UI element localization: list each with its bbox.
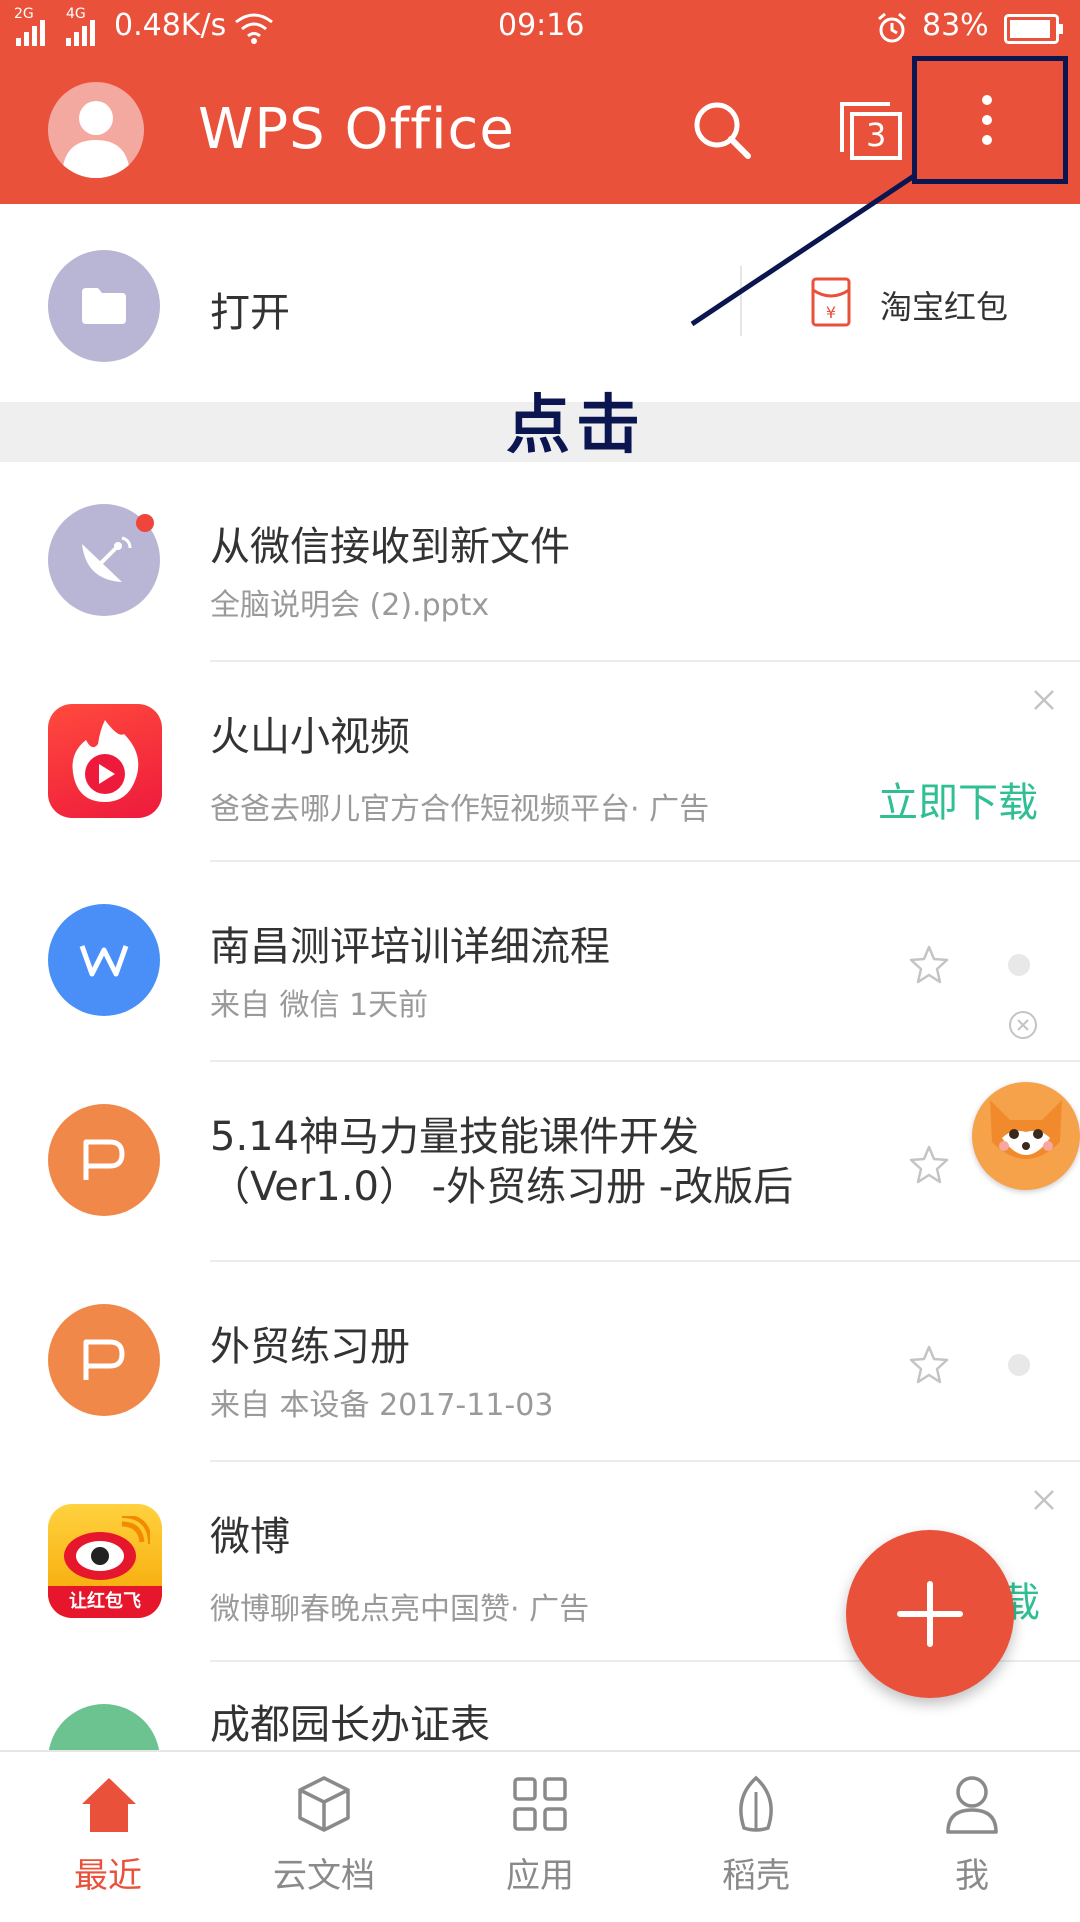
- star-icon[interactable]: [908, 1144, 950, 1184]
- flame-play-icon: [72, 720, 139, 802]
- p-letter-icon: [83, 1339, 125, 1380]
- nav-me[interactable]: 我: [864, 1752, 1080, 1922]
- plus-icon: [897, 1581, 963, 1647]
- annotation-text: 点击: [506, 389, 646, 463]
- wps-presentation-icon: [48, 1104, 160, 1216]
- weibo-badge: 让红包飞: [48, 1586, 162, 1618]
- weibo-app-icon: 让红包飞: [48, 1504, 162, 1618]
- file-title: 外贸练习册: [210, 1324, 410, 1370]
- file-title: 成都园长办证表: [210, 1702, 490, 1748]
- fox-mascot-icon[interactable]: [972, 1082, 1080, 1190]
- new-document-button[interactable]: [846, 1530, 1014, 1698]
- wps-presentation-icon: [48, 1304, 160, 1416]
- more-dot-icon[interactable]: [1008, 1354, 1030, 1376]
- satellite-dish-icon: [82, 536, 132, 582]
- file-title: 从微信接收到新文件: [210, 524, 570, 570]
- file-subtitle: 来自 微信 1天前: [210, 988, 429, 1023]
- huoshan-app-icon: [48, 704, 162, 818]
- more-dot-icon[interactable]: [1008, 954, 1030, 976]
- nav-docer[interactable]: 稻壳: [648, 1752, 864, 1922]
- home-icon: [82, 1778, 136, 1832]
- list-item[interactable]: 从微信接收到新文件 全脑说明会 (2).pptx: [0, 462, 1080, 660]
- p-letter-icon: [83, 1139, 125, 1180]
- download-now-button[interactable]: 立即下载: [878, 770, 1038, 828]
- nav-label: 应用: [506, 1856, 574, 1896]
- ad-subtitle: 爸爸去哪儿官方合作短视频平台· 广告: [210, 792, 710, 827]
- leaf-icon: [739, 1775, 773, 1832]
- file-title: 南昌测评培训详细流程: [210, 924, 610, 970]
- nav-apps[interactable]: 应用: [432, 1752, 648, 1922]
- nav-cloud-docs[interactable]: 云文档: [216, 1752, 432, 1922]
- annotation-arrow: [690, 173, 916, 327]
- nav-recent[interactable]: 最近: [0, 1752, 216, 1922]
- bottom-nav: 最近 云文档 应用 稻壳 我: [0, 1750, 1080, 1920]
- star-icon[interactable]: [908, 1344, 950, 1384]
- close-icon[interactable]: [1032, 688, 1056, 712]
- w-letter-icon: [79, 945, 129, 977]
- weibo-eye-icon: [64, 1516, 150, 1580]
- list-item[interactable]: 南昌测评培训详细流程 来自 微信 1天前: [0, 862, 1080, 1060]
- list-item[interactable]: 5.14神马力量技能课件开发 （Ver1.0） -外贸练习册 -改版后: [0, 1062, 1080, 1260]
- file-title-line2: （Ver1.0） -外贸练习册 -改版后: [210, 1164, 794, 1210]
- unread-dot: [136, 514, 154, 532]
- fox-face-icon: [990, 1100, 1062, 1159]
- file-subtitle: 全脑说明会 (2).pptx: [210, 588, 490, 623]
- close-icon[interactable]: [1032, 1488, 1056, 1512]
- person-icon: [946, 1776, 998, 1834]
- grid-icon: [513, 1777, 567, 1831]
- cube-icon: [298, 1776, 350, 1832]
- ad-title: 火山小视频: [210, 714, 410, 760]
- wps-spreadsheet-icon: [48, 1704, 160, 1750]
- ad-subtitle: 微博聊春晚点亮中国赞· 广告: [210, 1592, 590, 1627]
- close-circle-icon[interactable]: [1008, 1010, 1038, 1040]
- ad-item[interactable]: 火山小视频 爸爸去哪儿官方合作短视频平台· 广告 立即下载: [0, 662, 1080, 860]
- ad-title: 微博: [210, 1514, 290, 1560]
- star-icon[interactable]: [908, 944, 950, 984]
- nav-label: 云文档: [273, 1856, 375, 1896]
- nav-label: 我: [955, 1856, 989, 1896]
- list-item[interactable]: 外贸练习册 来自 本设备 2017-11-03: [0, 1262, 1080, 1460]
- file-subtitle: 来自 本设备 2017-11-03: [210, 1388, 554, 1423]
- nav-label: 稻壳: [722, 1856, 790, 1896]
- nav-label: 最近: [74, 1856, 142, 1896]
- wps-writer-icon: [48, 904, 160, 1016]
